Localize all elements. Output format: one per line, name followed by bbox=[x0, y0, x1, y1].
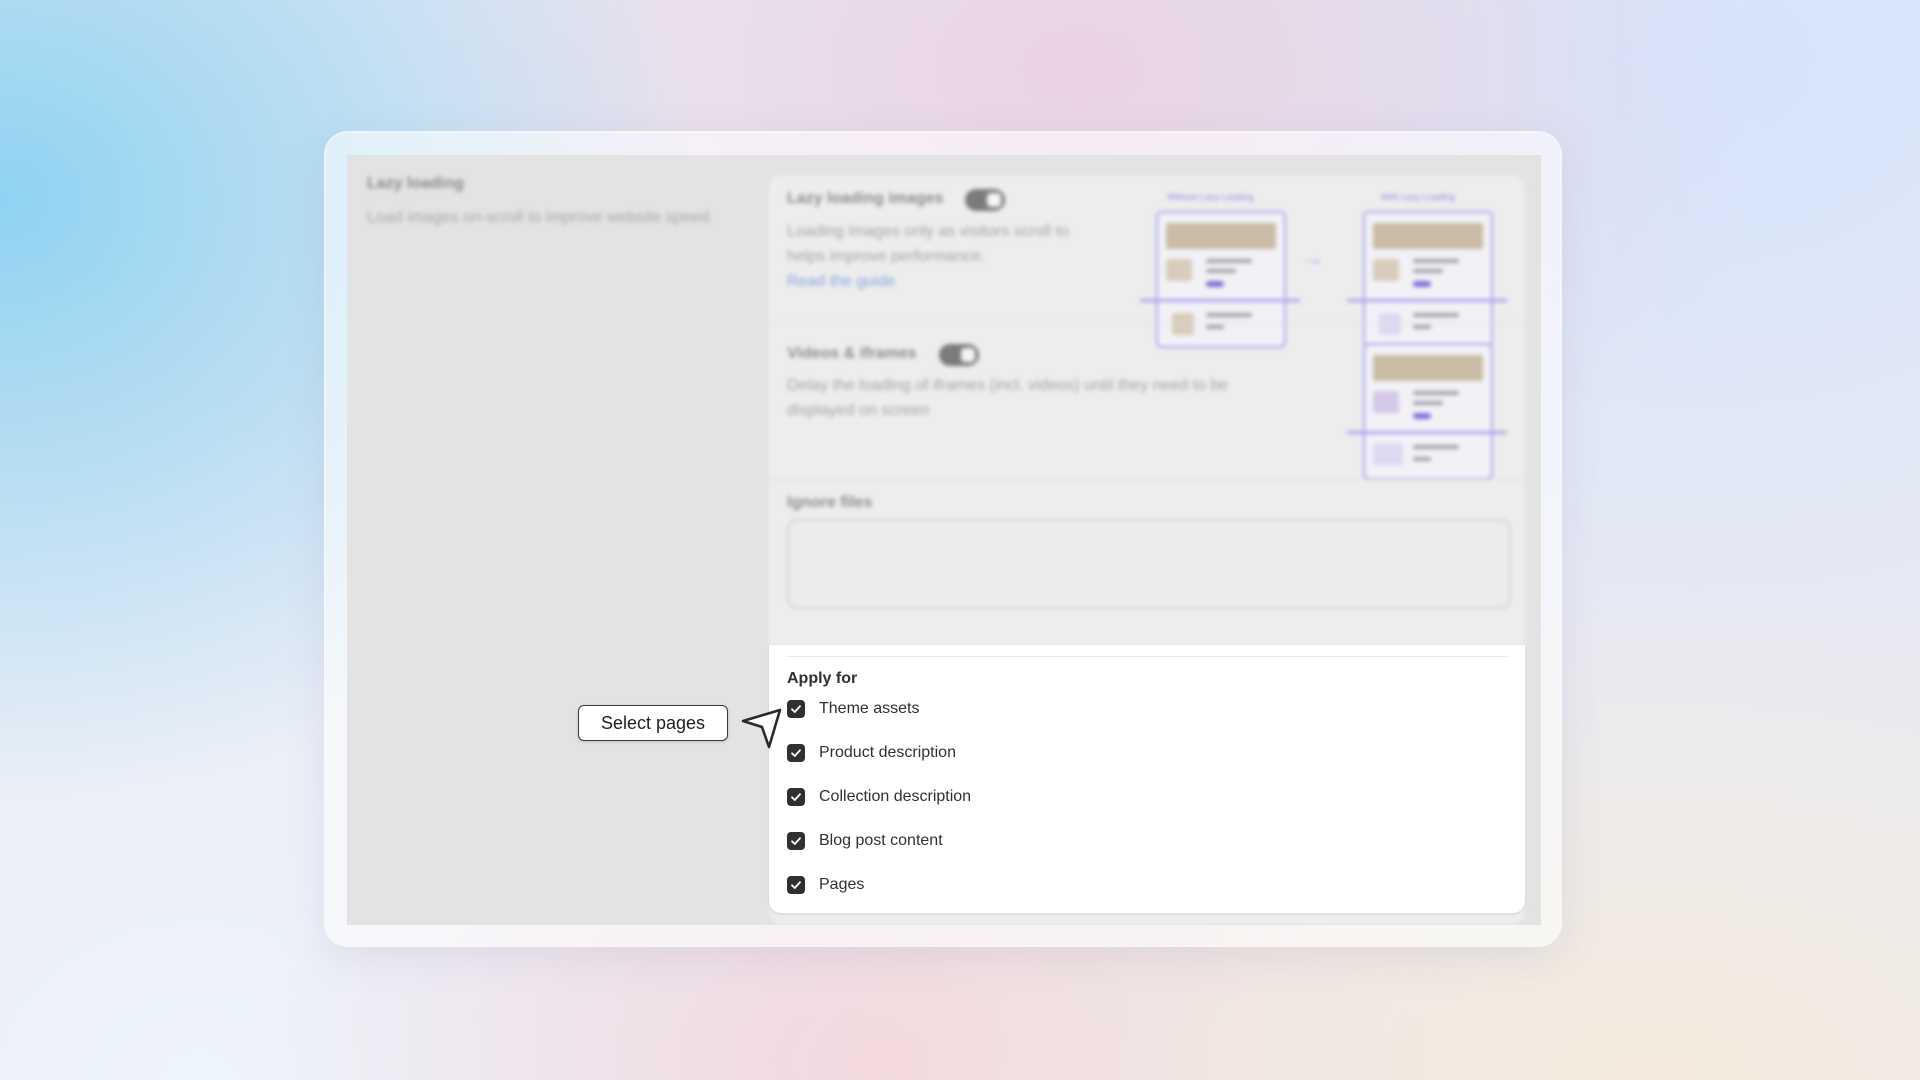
ignore-files-input[interactable] bbox=[787, 519, 1511, 609]
without-lazy-label: Without Lazy Loading bbox=[1167, 192, 1254, 202]
cursor-arrow-icon bbox=[741, 708, 782, 749]
lazy-images-description-line1: Loading images only as visitors scroll t… bbox=[787, 223, 1069, 240]
option-blog-post-content[interactable]: Blog post content bbox=[787, 830, 943, 852]
option-collection-description[interactable]: Collection description bbox=[787, 786, 971, 808]
ignore-files-section: Ignore files bbox=[769, 479, 1525, 639]
option-product-description[interactable]: Product description bbox=[787, 742, 956, 764]
select-pages-callout: Select pages bbox=[578, 705, 728, 741]
videos-title: Videos & iframes bbox=[787, 345, 917, 362]
video-lazy-illustration bbox=[1347, 343, 1507, 480]
apply-for-panel: Apply for Theme assets Product descripti… bbox=[769, 645, 1525, 913]
ignore-files-label: Ignore files bbox=[787, 494, 873, 511]
option-label: Collection description bbox=[819, 788, 972, 805]
read-guide-link[interactable]: Read the guide bbox=[787, 273, 896, 291]
arrow-right-icon: → bbox=[1302, 245, 1324, 270]
videos-description-line2: displayed on screen bbox=[787, 402, 930, 419]
option-label: Product description bbox=[819, 744, 956, 761]
option-pages[interactable]: Pages bbox=[787, 874, 864, 896]
option-label: Theme assets bbox=[819, 700, 920, 717]
videos-description-line1: Delay the loading of iframes (incl. vide… bbox=[787, 377, 1229, 394]
lazy-images-section: Lazy loading images Loading images only … bbox=[769, 175, 1525, 348]
checkbox-checked-icon[interactable] bbox=[787, 788, 805, 806]
divider bbox=[787, 656, 1507, 657]
section-description: Load images on-scroll to improve website… bbox=[367, 209, 710, 226]
checkbox-checked-icon[interactable] bbox=[787, 700, 805, 718]
settings-screen: Lazy loading Load images on-scroll to im… bbox=[347, 155, 1541, 925]
with-lazy-label: With Lazy Loading bbox=[1381, 192, 1456, 202]
videos-section: Videos & iframes Delay the loading of if… bbox=[769, 323, 1525, 480]
option-theme-assets[interactable]: Theme assets bbox=[787, 698, 919, 720]
checkbox-checked-icon[interactable] bbox=[787, 876, 805, 894]
checkbox-checked-icon[interactable] bbox=[787, 744, 805, 762]
apply-for-title: Apply for bbox=[787, 670, 858, 687]
lazy-images-title: Lazy loading images bbox=[787, 190, 944, 207]
section-title: Lazy loading bbox=[367, 175, 464, 192]
lazy-images-description-line2: helps improve performance. bbox=[787, 248, 986, 265]
option-label: Pages bbox=[819, 876, 865, 893]
lazy-images-toggle[interactable] bbox=[965, 189, 1005, 211]
checkbox-checked-icon[interactable] bbox=[787, 832, 805, 850]
option-label: Blog post content bbox=[819, 832, 943, 849]
videos-toggle[interactable] bbox=[939, 344, 979, 366]
